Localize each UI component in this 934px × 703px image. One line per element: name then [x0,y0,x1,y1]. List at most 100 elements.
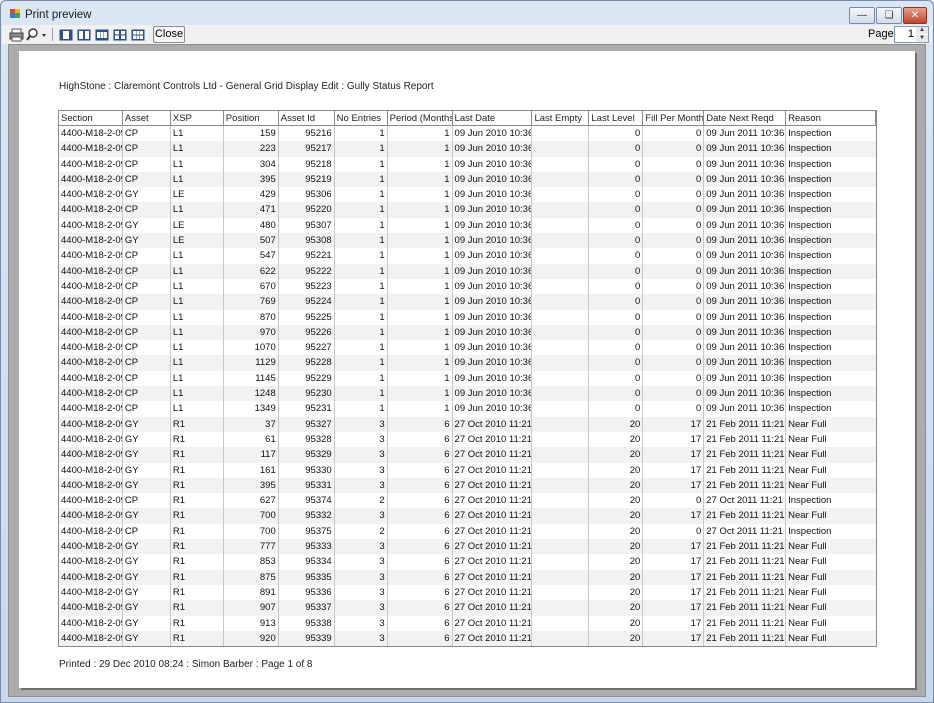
table-cell: 117 [224,447,279,463]
spin-up-icon[interactable]: ▲ [916,27,928,34]
table-row: 4400-M18-2-09 CP L1 1070 95227 1 1 09 Jun 2010 … [59,340,876,356]
table-row: 4400-M18-2-09 CP L1 223 95217 1 1 09 Jun 2010 1… [59,141,876,157]
table-cell: GY [123,630,171,646]
table-cell: 20 [589,554,644,570]
table-cell: 27 Oct 2010 11:21 [453,539,533,555]
table-cell [532,324,590,341]
table-cell: 21 Feb 2011 11:21 [704,447,787,463]
table-cell: 0 [643,233,705,249]
close-window-button[interactable]: ✕ [903,7,927,24]
table-cell: 20 [589,600,644,616]
print-preview-app-icon [9,8,21,19]
table-row: 4400-M18-2-09 CP L1 1129 95228 1 1 09 Jun 2010 … [59,355,876,371]
table-cell: 20 [589,431,644,448]
table-cell: Inspection [788,143,832,155]
table-row: 4400-M18-2-09 GY R1 700 95332 3 6 27 Oct 2010 1… [59,508,876,524]
table-row: 4400-M18-2-09 GY R1 395 95331 3 6 27 Oct 2010 1… [59,477,876,494]
print-icon[interactable] [8,27,24,42]
zoom-icon[interactable] [26,27,48,42]
table-cell: R1 [171,539,224,555]
table-cell [532,401,590,417]
table-cell: 17 [643,554,705,570]
four-pages-icon[interactable] [112,27,128,42]
table-cell: GY [123,615,171,631]
table-cell: R1 [171,615,224,631]
table-cell: 95231 [279,401,335,417]
table-cell: 61 [224,431,279,448]
table-cell: R1 [171,416,224,432]
page-number-spinner[interactable]: 1 ▲ ▼ [894,26,929,43]
table-cell: Inspection [788,280,832,292]
column-header: Asset Id [279,111,335,125]
table-cell: 95334 [279,554,335,570]
table-cell: 6 [388,431,453,448]
table-cell: 2 [335,523,388,540]
table-cell: 1 [335,370,388,387]
table-cell: 95227 [279,340,335,356]
table-cell: 3 [335,615,388,631]
table-cell: 3 [335,416,388,432]
table-cell: 20 [589,462,644,478]
page-number-value[interactable]: 1 [908,28,914,40]
table-cell: 3 [335,569,388,585]
six-pages-icon[interactable] [130,27,146,42]
spin-down-icon[interactable]: ▼ [916,35,928,42]
table-cell: 09 Jun 2010 10:36 [453,278,533,295]
table-cell: 3 [335,554,388,570]
table-cell: L1 [171,156,224,172]
table-cell: 870 [224,309,279,325]
table-cell: L1 [171,370,224,387]
table-cell: 0 [643,202,705,218]
table-cell [532,294,590,310]
preview-area[interactable]: HighStone : Claremont Controls Ltd - Gen… [8,44,926,697]
table-cell: Near Full [788,433,827,445]
table-cell: 480 [224,217,279,234]
table-cell [532,584,590,601]
column-header: Date Next Reqd [704,111,787,125]
one-page-icon[interactable] [58,27,74,42]
table-cell: 27 Oct 2010 11:21 [453,431,533,448]
grid-body: 4400-M18-2-09 CP L1 159 95216 1 1 09 Jun 2010 1… [59,126,876,646]
table-row: 4400-M18-2-09 GY R1 853 95334 3 6 27 Oct 2010 1… [59,554,876,570]
table-cell: 3 [335,630,388,646]
close-button[interactable]: Close [153,26,185,43]
three-pages-icon[interactable] [94,27,110,42]
table-cell: 27 Oct 2010 11:21 [453,508,533,524]
table-cell: L1 [171,278,224,295]
table-cell: 1 [335,233,388,249]
table-row: 4400-M18-2-09 CP L1 471 95220 1 1 09 Jun 2010 1… [59,202,876,218]
table-cell: 09 Jun 2011 10:36 [704,309,787,325]
table-cell: 09 Jun 2011 10:36 [704,340,787,356]
table-cell [532,386,590,402]
table-cell: 09 Jun 2011 10:36 [704,171,787,188]
table-cell: 1 [388,263,453,279]
table-cell: 6 [388,615,453,631]
table-cell: 09 Jun 2010 10:36 [453,370,533,387]
table-cell: 4400-M18-2-09 [59,508,123,524]
table-cell: 1 [388,156,453,172]
table-cell: 27 Oct 2010 11:21 [453,569,533,585]
table-cell: 0 [589,355,644,371]
table-cell: 95339 [279,630,335,646]
maximize-button[interactable]: ❏ [876,7,902,24]
table-cell: 09 Jun 2010 10:36 [453,309,533,325]
table-cell: Inspection [788,173,832,185]
table-cell: Inspection [788,235,832,247]
table-cell: Near Full [788,617,827,629]
table-cell: 17 [643,477,705,494]
table-cell: 1 [335,263,388,279]
table-cell: 21 Feb 2011 11:21 [704,477,787,494]
two-pages-icon[interactable] [76,27,92,42]
table-cell: 20 [589,523,644,540]
table-cell: 4400-M18-2-09 [59,370,123,387]
table-cell: 1 [335,309,388,325]
table-cell: 3 [335,431,388,448]
column-header: Section [59,111,123,125]
table-cell: 09 Jun 2010 10:36 [453,248,533,264]
table-cell: 913 [224,615,279,631]
table-cell: Inspection [788,128,832,139]
minimize-button[interactable]: — [849,7,875,24]
table-cell: 4400-M18-2-09 [59,294,123,310]
table-cell: 3 [335,462,388,478]
table-cell: 6 [388,630,453,646]
